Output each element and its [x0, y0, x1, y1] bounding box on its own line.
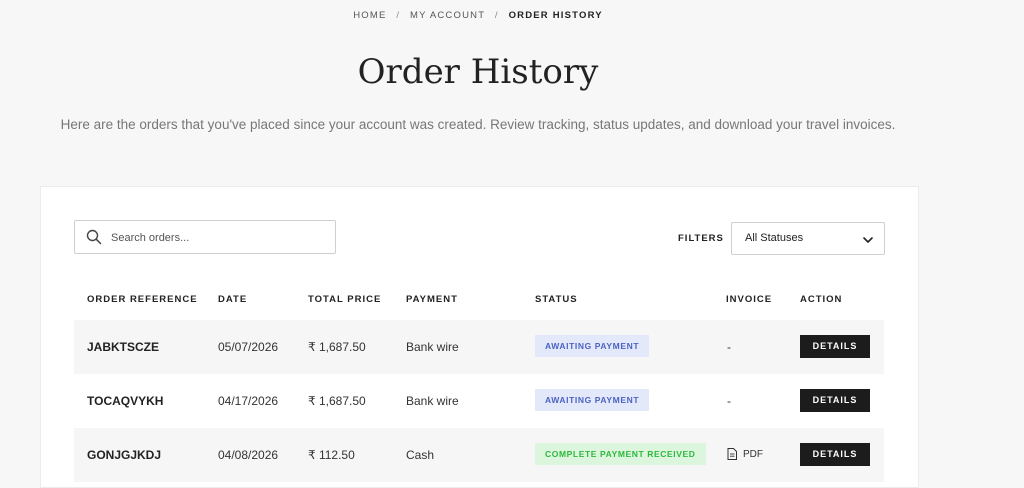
order-reference: GONJGJKDJ — [87, 448, 162, 462]
order-total: ₹ 1,687.50 — [308, 394, 366, 408]
table-header: ORDER REFERENCE DATE TOTAL PRICE PAYMENT… — [74, 294, 884, 308]
breadcrumb-my-account[interactable]: MY ACCOUNT — [410, 10, 485, 21]
header-status: STATUS — [535, 294, 578, 305]
document-icon — [727, 448, 737, 461]
status-filter-value: All Statuses — [745, 232, 804, 244]
order-date: 04/08/2026 — [218, 448, 279, 462]
order-payment: Cash — [406, 448, 435, 462]
order-date: 05/07/2026 — [218, 340, 279, 354]
details-button[interactable]: DETAILS — [800, 389, 870, 412]
table-row: TOCAQVYKH 04/17/2026 ₹ 1,687.50 Bank wir… — [74, 374, 884, 428]
breadcrumb: HOME / MY ACCOUNT / ORDER HISTORY — [0, 10, 956, 21]
status-badge: AWAITING PAYMENT — [535, 335, 650, 357]
page-title: Order History — [357, 52, 599, 92]
invoice-empty: - — [727, 340, 731, 354]
details-button[interactable]: DETAILS — [800, 335, 870, 358]
table-row: GONJGJKDJ 04/08/2026 ₹ 112.50 Cash COMPL… — [74, 428, 884, 482]
details-button[interactable]: DETAILS — [800, 443, 870, 466]
header-invoice: INVOICE — [726, 294, 773, 305]
status-badge: COMPLETE PAYMENT RECEIVED — [535, 443, 706, 465]
status-badge: AWAITING PAYMENT — [535, 389, 650, 411]
order-payment: Bank wire — [406, 340, 459, 354]
order-payment: Bank wire — [406, 394, 459, 408]
breadcrumb-current: ORDER HISTORY — [508, 10, 603, 21]
order-total: ₹ 112.50 — [308, 448, 355, 462]
header-payment: PAYMENT — [406, 294, 458, 305]
search-icon — [86, 229, 102, 245]
header-order-reference: ORDER REFERENCE — [87, 294, 198, 305]
header-date: DATE — [218, 294, 248, 305]
status-filter-select[interactable]: All Statuses — [731, 222, 885, 255]
chevron-down-icon — [862, 233, 874, 245]
table-row: JABKTSCZE 05/07/2026 ₹ 1,687.50 Bank wir… — [74, 320, 884, 374]
order-date: 04/17/2026 — [218, 394, 279, 408]
order-reference: TOCAQVYKH — [87, 394, 164, 408]
orders-card: FILTERS All Statuses ORDER REFERENCE DAT… — [40, 186, 919, 488]
pdf-label: PDF — [743, 449, 763, 460]
page-subtitle: Here are the orders that you've placed s… — [60, 117, 896, 132]
search-box[interactable] — [74, 220, 336, 255]
filters-label: FILTERS — [678, 233, 724, 244]
header-action: ACTION — [800, 294, 843, 305]
header-total-price: TOTAL PRICE — [308, 294, 382, 305]
pdf-invoice-link[interactable]: PDF — [727, 428, 763, 482]
order-total: ₹ 1,687.50 — [308, 340, 366, 354]
breadcrumb-separator: / — [494, 10, 499, 21]
breadcrumb-separator: / — [396, 10, 401, 21]
order-reference: JABKTSCZE — [87, 340, 160, 354]
search-input[interactable] — [109, 221, 323, 255]
invoice-empty: - — [727, 394, 731, 408]
breadcrumb-home[interactable]: HOME — [353, 10, 386, 21]
